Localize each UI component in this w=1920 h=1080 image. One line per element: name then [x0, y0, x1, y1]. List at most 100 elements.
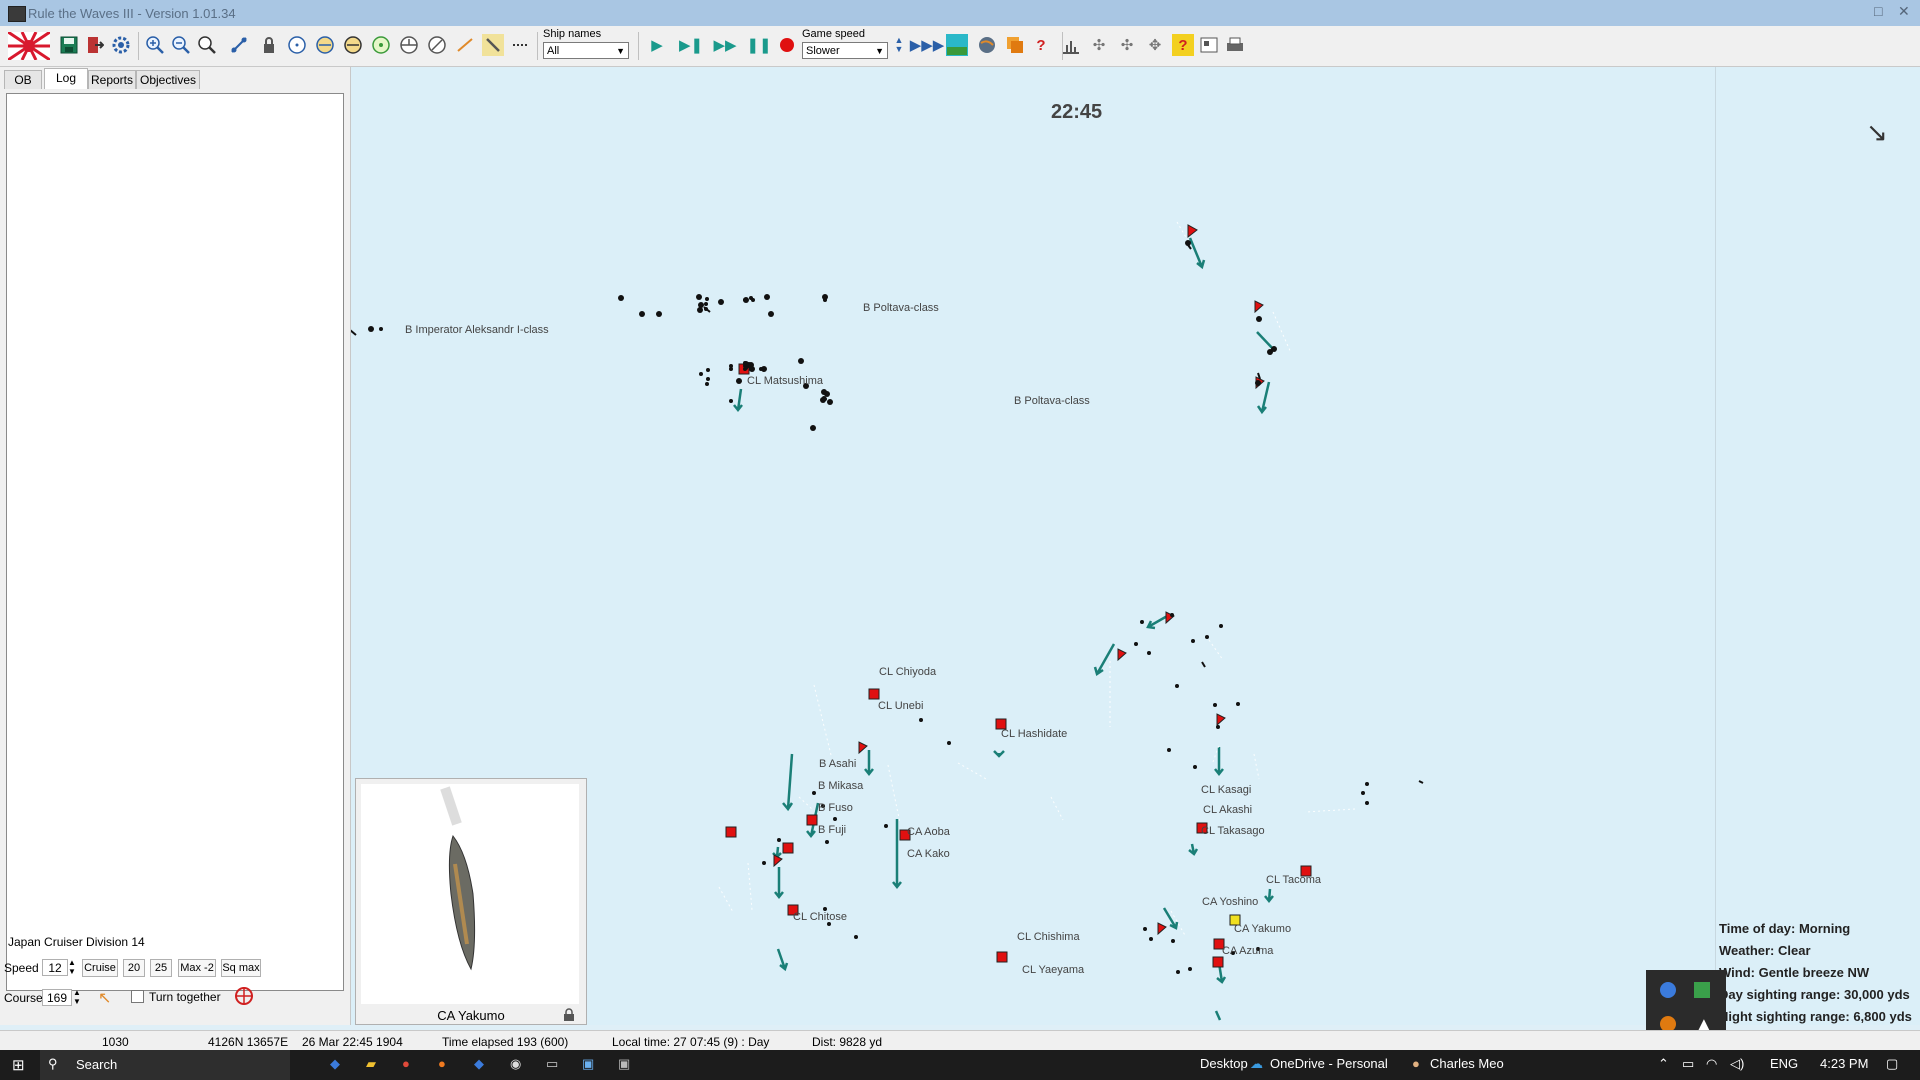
turn-together-checkbox[interactable]: [131, 990, 144, 1003]
target-ring-icon[interactable]: [370, 34, 392, 56]
ship-label[interactable]: CL Takasago: [1201, 825, 1265, 837]
chart-icon[interactable]: [1060, 34, 1082, 56]
cross-ring-icon[interactable]: [398, 34, 420, 56]
copilot-icon[interactable]: ◆: [330, 1056, 340, 1072]
dropbox-icon[interactable]: ◆: [474, 1056, 484, 1072]
windows-start-icon[interactable]: ⊞: [12, 1056, 25, 1074]
ship-label[interactable]: CA Kako: [907, 848, 950, 860]
ship-label[interactable]: CA Yoshino: [1202, 896, 1258, 908]
lock-icon[interactable]: [562, 1008, 576, 1022]
ship-label[interactable]: CA Aoba: [907, 826, 950, 838]
target-icon[interactable]: [234, 986, 254, 1009]
clock-label[interactable]: 4:23 PM: [1820, 1056, 1868, 1071]
speed-spinner[interactable]: ▲ ▼: [892, 30, 906, 60]
user-label[interactable]: Charles Meo: [1430, 1056, 1504, 1071]
ship-label[interactable]: B Mikasa: [818, 780, 863, 792]
pencil-icon[interactable]: [482, 34, 504, 56]
ship-label[interactable]: CL Hashidate: [1001, 728, 1067, 740]
help-icon[interactable]: ?: [1172, 34, 1194, 56]
search-box[interactable]: ⚲ Search: [40, 1050, 290, 1080]
ship-label[interactable]: CA Azuma: [1222, 945, 1273, 957]
range-ring-icon[interactable]: [314, 34, 336, 56]
play-icon[interactable]: ▶: [646, 34, 668, 56]
onedrive-label[interactable]: OneDrive - Personal: [1270, 1056, 1388, 1071]
notes-icon[interactable]: [1198, 34, 1220, 56]
compass-icon[interactable]: [286, 34, 308, 56]
rule-the-waves-taskbar-icon[interactable]: ▣: [618, 1056, 630, 1072]
record-icon[interactable]: [776, 34, 798, 56]
max-minus-2-button[interactable]: Max -2: [178, 959, 216, 977]
game-speed-select[interactable]: Slower ▼: [802, 42, 888, 59]
language-label[interactable]: ENG: [1770, 1056, 1798, 1071]
tab-objectives[interactable]: Objectives: [136, 70, 200, 89]
gear-icon[interactable]: [110, 34, 132, 56]
chevron-up-icon[interactable]: ⌃: [1658, 1056, 1669, 1072]
fast-forward-icon[interactable]: ▶▶: [713, 34, 736, 56]
formation3-icon[interactable]: ✥: [1144, 34, 1166, 56]
ship-label[interactable]: CL Matsushima: [747, 375, 823, 387]
arrow-down-right-icon[interactable]: ↘: [1866, 117, 1888, 148]
close-button[interactable]: ✕: [1898, 3, 1910, 20]
wifi-icon[interactable]: ◠: [1706, 1056, 1717, 1072]
help-report-icon[interactable]: ?: [1030, 34, 1052, 56]
ship-label[interactable]: CL Chishima: [1017, 931, 1080, 943]
ship-label[interactable]: CL Chiyoda: [879, 666, 936, 678]
course-arrow-icon[interactable]: ↖: [98, 988, 111, 1008]
ship-label[interactable]: B Fuso: [818, 802, 853, 814]
chrome-icon[interactable]: ●: [402, 1056, 410, 1071]
ship-label[interactable]: B Fuji: [818, 824, 846, 836]
log-list[interactable]: [6, 93, 344, 991]
ship-label[interactable]: B Poltava-class: [1014, 395, 1090, 407]
ship-label[interactable]: B Poltava-class: [863, 302, 939, 314]
speed-20-button[interactable]: 20: [123, 959, 145, 977]
zoom-in-icon[interactable]: [144, 34, 166, 56]
ship-label[interactable]: CL Chitose: [793, 911, 847, 923]
ship-label[interactable]: CA Yakumo: [1234, 923, 1291, 935]
ship-label[interactable]: CL Akashi: [1203, 804, 1252, 816]
course-spinner[interactable]: ▲ ▼: [73, 988, 81, 1006]
shield-icon[interactable]: [1694, 982, 1710, 998]
desktop-label[interactable]: Desktop: [1200, 1056, 1248, 1071]
maximize-button[interactable]: □: [1874, 3, 1882, 19]
flag-japan-icon[interactable]: [8, 32, 50, 60]
exit-icon[interactable]: [84, 34, 106, 56]
notification-icon[interactable]: ▢: [1886, 1056, 1898, 1072]
speed-25-button[interactable]: 25: [150, 959, 172, 977]
file-explorer-icon[interactable]: ▰: [366, 1056, 376, 1072]
save-icon[interactable]: [58, 34, 80, 56]
dots-icon[interactable]: [510, 34, 532, 56]
battery-icon[interactable]: ▭: [1682, 1056, 1694, 1072]
slash-ring-icon[interactable]: [426, 34, 448, 56]
speed-input[interactable]: 12: [42, 959, 68, 976]
ship-label[interactable]: CL Tacoma: [1266, 874, 1321, 886]
ship-label[interactable]: CL Yaeyama: [1022, 964, 1084, 976]
terminal-icon[interactable]: ▭: [546, 1056, 558, 1072]
map-icon[interactable]: [946, 34, 968, 56]
tab-log[interactable]: Log: [44, 68, 88, 89]
step-icon[interactable]: ▶❚: [679, 34, 703, 56]
ship-label[interactable]: CL Unebi: [878, 700, 923, 712]
ship-label[interactable]: B Imperator Aleksandr I-class: [405, 324, 549, 336]
fast-icon[interactable]: ▶▶▶: [910, 34, 945, 56]
course-input[interactable]: 169: [42, 989, 72, 1006]
tab-reports[interactable]: Reports: [88, 70, 136, 89]
ship-label[interactable]: B Asahi: [819, 758, 856, 770]
minus-ring-icon[interactable]: [342, 34, 364, 56]
formation-icon[interactable]: ✣: [1088, 34, 1110, 56]
tray-app-icon[interactable]: [1660, 982, 1676, 998]
layers-icon[interactable]: [1004, 34, 1026, 56]
line-icon[interactable]: [454, 34, 476, 56]
formation2-icon[interactable]: ✣: [1116, 34, 1138, 56]
firefox-icon[interactable]: ●: [438, 1056, 446, 1071]
app-icon[interactable]: ▣: [582, 1056, 594, 1072]
ship-names-select[interactable]: All ▼: [543, 42, 629, 59]
tab-ob[interactable]: OB: [4, 70, 42, 89]
zoom-fit-icon[interactable]: [196, 34, 218, 56]
lock-icon[interactable]: [258, 34, 280, 56]
cruise-button[interactable]: Cruise: [82, 959, 118, 977]
ship-label[interactable]: CL Kasagi: [1201, 784, 1251, 796]
globe-icon[interactable]: [976, 34, 998, 56]
link-icon[interactable]: [228, 34, 250, 56]
volume-icon[interactable]: ◁): [1730, 1056, 1744, 1072]
zoom-out-icon[interactable]: [170, 34, 192, 56]
